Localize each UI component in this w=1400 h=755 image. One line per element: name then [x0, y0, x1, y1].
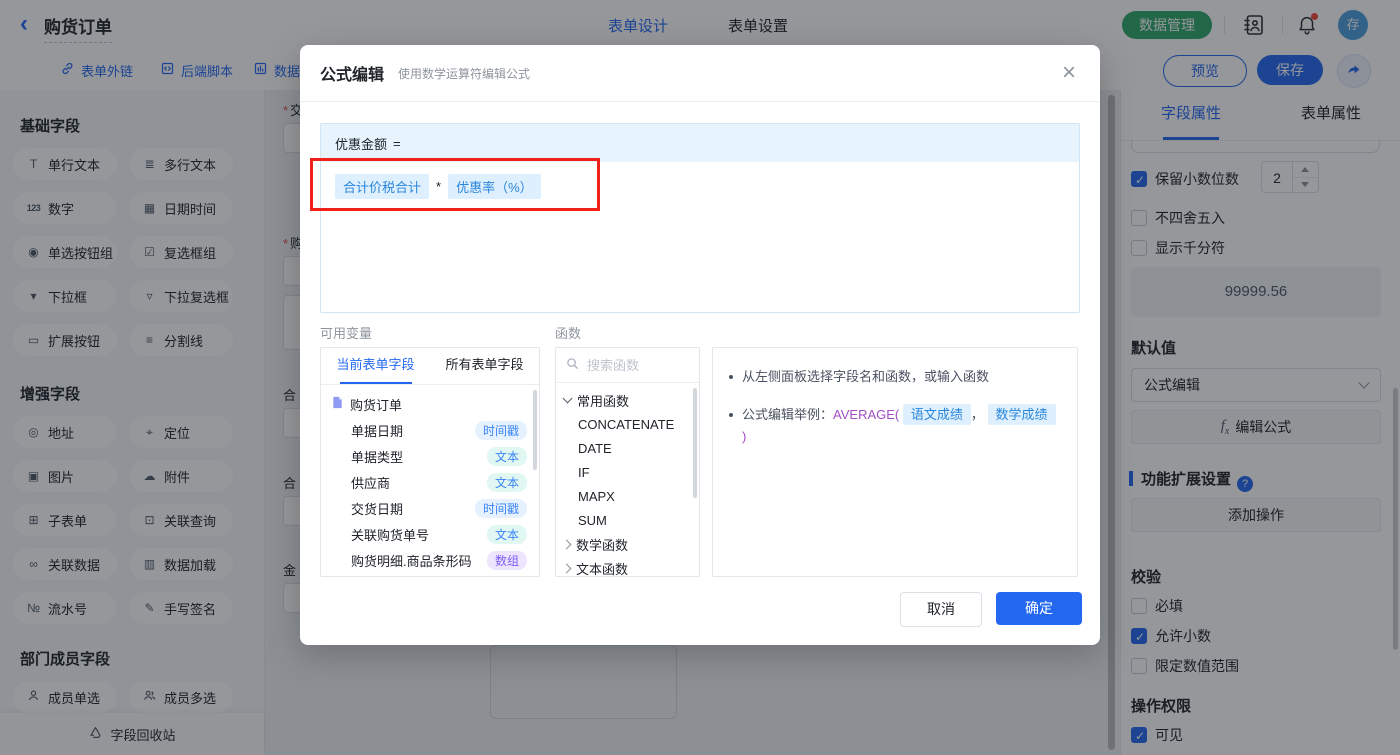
chevron-right-icon [561, 563, 572, 573]
close-icon[interactable]: × [1062, 59, 1076, 87]
help-tip-example: 公式编辑举例：AVERAGE( 语文成绩， 数学成绩 ) [729, 404, 1061, 448]
functions-label: 函数 [555, 326, 582, 341]
formula-help-panel: 从左侧面板选择字段名和函数，或输入函数 公式编辑举例：AVERAGE( 语文成绩… [712, 347, 1078, 577]
chevron-down-icon [562, 393, 573, 404]
example-field-chip: 语文成绩 [902, 404, 971, 425]
annotation-red-box [310, 158, 600, 211]
type-badge: 数组 [486, 550, 527, 570]
tab-all-form-fields[interactable]: 所有表单字段 [430, 348, 539, 384]
formula-editor: 优惠金额 = 合计价税合计 * 优惠率（%） [320, 123, 1080, 313]
variable-item[interactable]: 关联购货单号 文本 [321, 521, 539, 547]
app-window: ‹ 购货订单 表单设计 表单设置 数据管理 存 表单外链 后端脚本 预览 保存 … [0, 0, 1400, 755]
function-item[interactable]: SUM [556, 508, 699, 532]
chevron-right-icon [561, 539, 572, 549]
type-badge: 文本 [486, 472, 527, 492]
help-tip: 从左侧面板选择字段名和函数，或输入函数 [729, 366, 1061, 388]
function-item[interactable]: CONCATENATE [556, 412, 699, 436]
modal-header: 公式编辑 使用数学运算符编辑公式 × [300, 45, 1100, 102]
variables-label: 可用变量 [320, 326, 373, 341]
function-group-common[interactable]: 常用函数 [556, 388, 699, 412]
bullet-icon [729, 375, 733, 379]
functions-panel: 常用函数 CONCATENATE DATE IF MAPX SUM 数学函数 文… [555, 347, 700, 577]
function-search [556, 348, 699, 383]
formula-edit-modal: 公式编辑 使用数学运算符编辑公式 × 优惠金额 = 合计价税合计 * 优惠率（%… [300, 45, 1100, 645]
example-function-name: AVERAGE( [833, 407, 900, 422]
type-badge: 时间戳 [474, 420, 527, 440]
tab-current-form-fields[interactable]: 当前表单字段 [321, 348, 430, 384]
type-badge: 时间戳 [474, 498, 527, 518]
variable-item[interactable]: 交货日期 时间戳 [321, 495, 539, 521]
search-icon [566, 357, 579, 373]
variable-item[interactable]: 单据日期 时间戳 [321, 417, 539, 443]
function-item[interactable]: MAPX [556, 484, 699, 508]
variable-item[interactable]: 购货明细.商品条形码 数组 [321, 547, 539, 573]
bullet-icon [729, 413, 733, 417]
variable-item[interactable]: 单据类型 文本 [321, 443, 539, 469]
variables-tabs: 当前表单字段 所有表单字段 [321, 348, 539, 385]
confirm-button[interactable]: 确定 [996, 592, 1082, 625]
form-doc-icon [331, 396, 344, 412]
type-badge: 文本 [486, 524, 527, 544]
example-field-chip: 数学成绩 [987, 404, 1056, 425]
function-search-input[interactable] [585, 356, 679, 374]
function-item[interactable]: IF [556, 460, 699, 484]
type-badge: 文本 [486, 446, 527, 466]
variables-scrollbar[interactable] [533, 390, 537, 470]
modal-subtitle: 使用数学运算符编辑公式 [398, 66, 531, 81]
variable-tree-root[interactable]: 购货订单 [321, 391, 539, 417]
function-item[interactable]: DATE [556, 436, 699, 460]
variables-panel: 当前表单字段 所有表单字段 购货订单 单据日期 时间戳 单据类型 文本 供应商 … [320, 347, 540, 577]
function-group-math[interactable]: 数学函数 [556, 532, 699, 556]
variable-item[interactable]: 供应商 文本 [321, 469, 539, 495]
functions-scrollbar[interactable] [693, 388, 697, 498]
function-group-text[interactable]: 文本函数 [556, 556, 699, 576]
formula-target-bar: 优惠金额 = [321, 124, 1079, 162]
modal-footer: 取消 确定 [900, 592, 1082, 627]
modal-title: 公式编辑 [320, 67, 385, 84]
cancel-button[interactable]: 取消 [900, 592, 982, 627]
